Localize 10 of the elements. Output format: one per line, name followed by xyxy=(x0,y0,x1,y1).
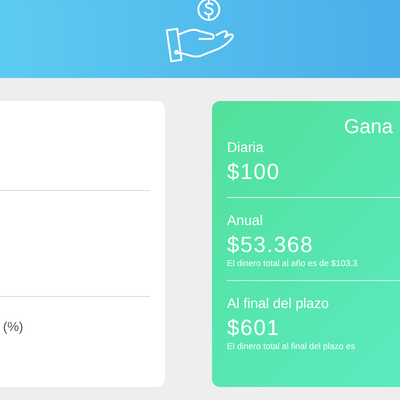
earning-amount: $53.368 xyxy=(227,232,314,258)
earning-note: El dinero total al final del plazo es xyxy=(227,341,356,351)
earning-note: El dinero total al año es de $103.3 xyxy=(227,258,358,268)
earning-label: Anual xyxy=(227,212,263,228)
earning-amount: $100 xyxy=(227,159,280,185)
earning-label: Al final del plazo xyxy=(227,295,329,311)
earning-label: Diaria xyxy=(227,139,264,155)
earning-amount: $601 xyxy=(227,315,280,341)
card-title: Gana xyxy=(344,115,393,139)
field-label: (%) xyxy=(3,319,24,334)
